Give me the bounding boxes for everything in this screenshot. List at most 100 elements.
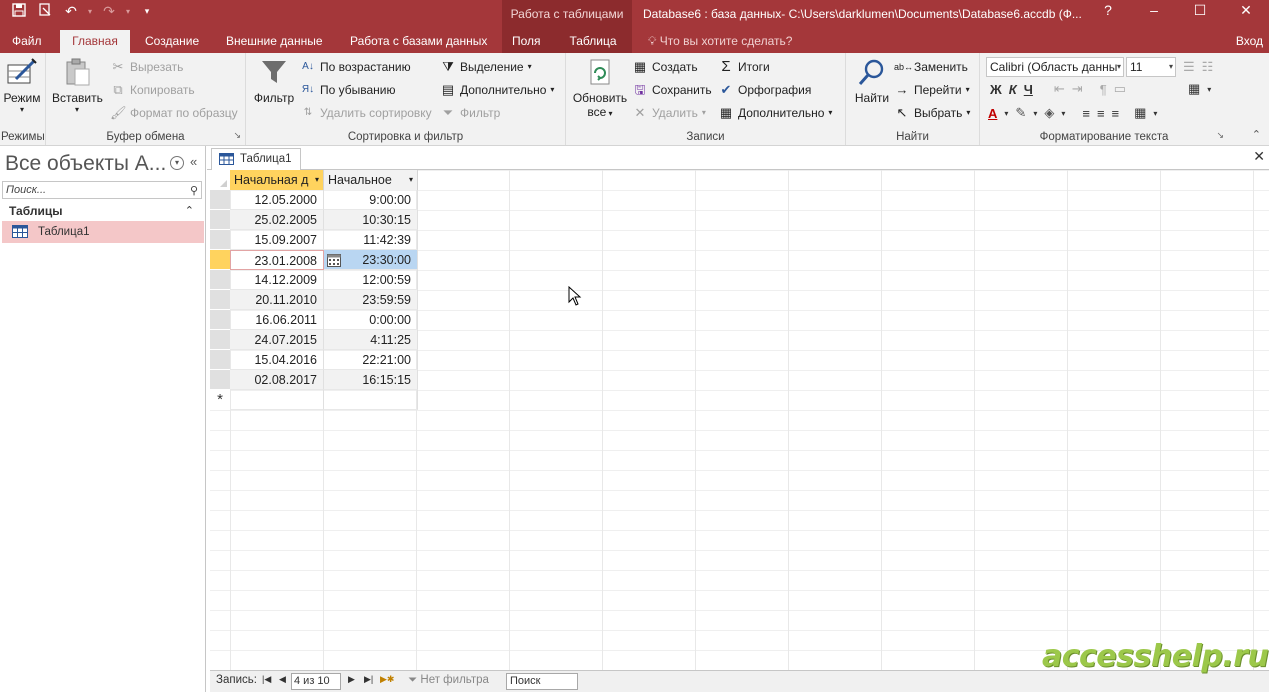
tab-home[interactable]: Главная bbox=[60, 30, 130, 53]
undo-dropdown-icon[interactable]: ▾ bbox=[86, 7, 94, 16]
highlight-color-icon[interactable]: ✎ bbox=[1015, 105, 1026, 121]
highlight-icon[interactable]: ▭ bbox=[1114, 81, 1126, 97]
nav-search-input[interactable]: Поиск... ⚲ bbox=[2, 181, 202, 199]
totals-button[interactable]: Σ Итоги bbox=[718, 57, 769, 77]
new-record-button[interactable]: ▦ Создать bbox=[632, 57, 698, 77]
paste-button[interactable]: Вставить ▾ bbox=[52, 57, 103, 114]
replace-button[interactable]: ab↔ Заменить bbox=[894, 57, 968, 77]
next-record-icon[interactable]: ▶ bbox=[348, 674, 355, 685]
paragraph-icon[interactable]: ¶ bbox=[1100, 82, 1107, 97]
table-cell[interactable]: 0:00:00 bbox=[324, 310, 418, 330]
toggle-filter-button[interactable]: ⏷ Фильтр bbox=[440, 103, 501, 123]
table-cell[interactable]: 16.06.2011 bbox=[230, 310, 324, 330]
copy-button[interactable]: ⧉ Копировать bbox=[110, 80, 194, 100]
tell-me-box[interactable]: 💡︎ Что вы хотите сделать? bbox=[648, 30, 792, 53]
undo-icon[interactable]: ↶ bbox=[60, 3, 82, 20]
format-painter-button[interactable]: 🖌︎ Формат по образцу bbox=[110, 103, 238, 123]
row-selector[interactable] bbox=[210, 370, 230, 390]
sort-descending-button[interactable]: Я↓ По убыванию bbox=[300, 80, 396, 100]
row-selector[interactable] bbox=[210, 330, 230, 350]
column-filter-dropdown-icon[interactable]: ▾ bbox=[315, 170, 319, 190]
font-color-icon[interactable]: A bbox=[988, 106, 997, 121]
redo-dropdown-icon[interactable]: ▾ bbox=[124, 7, 132, 16]
bold-button[interactable]: Ж bbox=[990, 82, 1002, 97]
underline-button[interactable]: Ч bbox=[1024, 82, 1033, 97]
text-formatting-launcher-icon[interactable]: ↘ bbox=[1216, 130, 1224, 141]
column-filter-dropdown-icon[interactable]: ▾ bbox=[409, 170, 413, 190]
alternate-row-color-icon[interactable]: ▦ bbox=[1134, 105, 1146, 121]
table-cell[interactable]: 25.02.2005 bbox=[230, 210, 324, 230]
help-button[interactable]: ? bbox=[1085, 0, 1131, 20]
goto-button[interactable]: → Перейти ▾ bbox=[894, 80, 970, 100]
nav-collapse-icon[interactable]: « bbox=[190, 154, 197, 169]
select-button[interactable]: ↖ Выбрать ▾ bbox=[894, 103, 971, 123]
table-cell[interactable]: 12.05.2000 bbox=[230, 190, 324, 210]
table-cell[interactable]: 12:00:59 bbox=[324, 270, 418, 290]
search-icon[interactable]: ⚲ bbox=[190, 183, 198, 199]
table-cell[interactable]: 02.08.2017 bbox=[230, 370, 324, 390]
clipboard-launcher-icon[interactable]: ↘ bbox=[233, 130, 241, 141]
row-selector[interactable] bbox=[210, 350, 230, 370]
table-cell[interactable]: 15.04.2016 bbox=[230, 350, 324, 370]
new-record-nav-icon[interactable]: ▶✱ bbox=[380, 674, 394, 685]
first-record-icon[interactable]: |◀ bbox=[262, 674, 271, 685]
cut-button[interactable]: ✂ Вырезать bbox=[110, 57, 184, 77]
selection-button[interactable]: ⧩ Выделение ▾ bbox=[440, 57, 531, 77]
date-picker-icon[interactable] bbox=[327, 253, 341, 267]
nav-menu-dropdown-icon[interactable]: ▾ bbox=[170, 156, 184, 170]
font-size-select[interactable]: 11 ▾ bbox=[1126, 57, 1176, 77]
table-cell[interactable]: 4:11:25 bbox=[324, 330, 418, 350]
align-right-icon[interactable]: ≡ bbox=[1112, 106, 1120, 121]
row-selector[interactable] bbox=[210, 290, 230, 310]
customize-qat-icon[interactable]: ▾ bbox=[136, 6, 158, 17]
indent-decrease-icon[interactable]: ⇤ bbox=[1054, 81, 1065, 97]
table-cell-editing[interactable]: 23.01.2008 bbox=[230, 250, 324, 270]
row-selector-current[interactable] bbox=[210, 250, 230, 270]
table-cell[interactable]: 15.09.2007 bbox=[230, 230, 324, 250]
doc-tab-table1[interactable]: Таблица1 bbox=[211, 148, 301, 170]
select-all-corner[interactable] bbox=[210, 170, 230, 190]
italic-button[interactable]: К bbox=[1009, 82, 1017, 97]
more-records-button[interactable]: ▦ Дополнительно ▾ bbox=[718, 103, 833, 123]
table-cell[interactable]: 22:21:00 bbox=[324, 350, 418, 370]
tab-create[interactable]: Создание bbox=[135, 30, 209, 53]
save-icon[interactable] bbox=[8, 2, 30, 20]
last-record-icon[interactable]: ▶| bbox=[364, 674, 373, 685]
row-selector[interactable] bbox=[210, 310, 230, 330]
current-record-input[interactable]: 4 из 10 bbox=[291, 673, 341, 690]
delete-record-button[interactable]: ✕ Удалить ▾ bbox=[632, 103, 706, 123]
fill-color-icon[interactable]: ◈ bbox=[1044, 105, 1054, 121]
close-button[interactable]: ✕ bbox=[1223, 0, 1269, 20]
maximize-button[interactable]: ☐ bbox=[1177, 0, 1223, 20]
new-record-marker[interactable]: * bbox=[210, 390, 230, 410]
table-cell[interactable]: 11:42:39 bbox=[324, 230, 418, 250]
row-selector[interactable] bbox=[210, 270, 230, 290]
close-document-icon[interactable]: ✕ bbox=[1253, 148, 1265, 165]
minimize-button[interactable]: – bbox=[1131, 0, 1177, 20]
previous-record-icon[interactable]: ◀ bbox=[279, 674, 286, 685]
filter-button[interactable]: Фильтр bbox=[250, 57, 298, 105]
table-cell[interactable]: 23:59:59 bbox=[324, 290, 418, 310]
bullets-icon[interactable]: ☰ bbox=[1183, 59, 1195, 75]
row-selector[interactable] bbox=[210, 230, 230, 250]
sign-in-link[interactable]: Вход bbox=[1236, 30, 1263, 53]
align-left-icon[interactable]: ≡ bbox=[1082, 106, 1090, 121]
table-cell[interactable]: 14.12.2009 bbox=[230, 270, 324, 290]
table-cell[interactable]: 20.11.2010 bbox=[230, 290, 324, 310]
row-selector[interactable] bbox=[210, 210, 230, 230]
row-selector[interactable] bbox=[210, 190, 230, 210]
record-search-input[interactable]: Поиск bbox=[506, 673, 578, 690]
new-record-cell[interactable] bbox=[230, 390, 324, 410]
spelling-button[interactable]: ✔ Орфография bbox=[718, 80, 812, 100]
nav-item-table1[interactable]: Таблица1 bbox=[2, 221, 204, 243]
collapse-ribbon-icon[interactable]: ⌃ bbox=[1252, 128, 1261, 141]
find-button[interactable]: Найти bbox=[850, 57, 894, 105]
indent-increase-icon[interactable]: ⇥ bbox=[1072, 81, 1083, 97]
filter-status[interactable]: ⏷ Нет фильтра bbox=[408, 674, 489, 687]
table-cell[interactable]: 24.07.2015 bbox=[230, 330, 324, 350]
remove-sort-button[interactable]: ⇅ Удалить сортировку bbox=[300, 103, 432, 123]
advanced-filter-button[interactable]: ▤ Дополнительно ▾ bbox=[440, 80, 555, 100]
tab-fields[interactable]: Поля bbox=[502, 30, 554, 53]
nav-pane-title[interactable]: Все объекты A... bbox=[5, 152, 166, 176]
view-button[interactable]: Режим ▾ bbox=[2, 57, 42, 114]
